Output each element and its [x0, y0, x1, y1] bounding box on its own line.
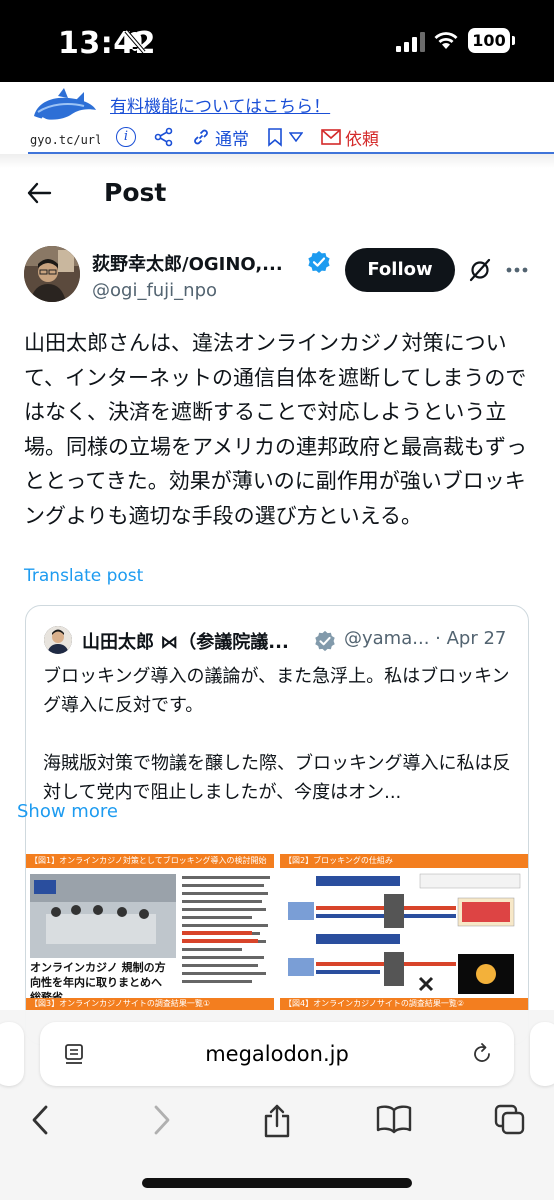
request-label: 依頼 — [345, 129, 379, 150]
quoted-author-name: 山田太郎 ⋈（参議院議... — [82, 632, 289, 653]
megalodon-logo[interactable]: gyo.tc/url — [28, 86, 100, 150]
cellular-signal-icon — [396, 32, 425, 52]
show-more-link[interactable]: Show more — [17, 801, 118, 822]
tabs-icon[interactable] — [494, 1104, 526, 1136]
page-title: Post — [104, 178, 167, 207]
mail-icon — [321, 129, 341, 145]
url-text: megalodon.jp — [205, 1042, 349, 1066]
translate-post-link[interactable]: Translate post — [24, 566, 143, 586]
quoted-author-handle: @yama... · Apr 27 — [344, 628, 507, 649]
reload-icon[interactable] — [470, 1042, 494, 1066]
bookmark-icon — [268, 128, 282, 147]
logo-text: gyo.tc/url — [30, 133, 100, 147]
megalodon-tools: i 通常 依頼 — [116, 125, 397, 150]
address-bar[interactable]: megalodon.jp — [40, 1022, 514, 1086]
quoted-paragraph-2: 海賊版対策で物議を醸した際、ブロッキング導入に私は反対して党内で阻止しましたが、… — [43, 753, 511, 803]
battery-indicator: 100 — [468, 28, 515, 53]
paid-features-link[interactable]: 有料機能についてはこちら！ — [110, 92, 330, 117]
back-chevron-icon[interactable] — [30, 1104, 52, 1136]
info-icon: i — [116, 127, 136, 147]
slide-2-graphic — [288, 873, 521, 994]
follow-button[interactable]: Follow — [345, 248, 455, 292]
home-indicator — [142, 1178, 412, 1188]
triangle-down-icon — [289, 132, 303, 142]
grok-icon[interactable] — [468, 258, 492, 282]
author-handle[interactable]: @ogi_fuji_npo — [92, 280, 217, 301]
verified-badge-icon — [308, 251, 330, 273]
quoted-post-card[interactable]: 山田太郎 ⋈（参議院議... @yama... · Apr 27 ブロッキング導… — [25, 605, 529, 1045]
share-nodes-icon — [154, 127, 173, 147]
slide-2-title: 【図2】ブロッキングの仕組み — [280, 854, 528, 868]
bookmark-dropdown[interactable] — [267, 127, 303, 147]
forward-chevron-icon[interactable] — [150, 1104, 172, 1136]
info-button[interactable]: i — [116, 127, 136, 147]
verified-gray-badge-icon — [315, 630, 335, 652]
next-tab-preview[interactable] — [530, 1022, 554, 1086]
avatar-photo — [24, 246, 80, 302]
quoted-paragraph-1: ブロッキング導入の議論が、また急浮上。私はブロッキング導入に反対です。 — [43, 666, 510, 716]
quoted-author-avatar — [44, 626, 72, 654]
megalodon-toolbar: gyo.tc/url 有料機能についてはこちら！ i 通常 依頼 — [0, 82, 554, 154]
slide-1-title: 【図1】オンラインカジノ対策としてブロッキング導入の検討開始 — [26, 854, 274, 868]
more-options-icon[interactable] — [506, 266, 528, 274]
quoted-post-text: ブロッキング導入の議論が、また急浮上。私はブロッキング導入に反対です。 海賊版対… — [43, 662, 517, 807]
toolbar-shadow — [0, 154, 554, 168]
quoted-avatar-photo — [44, 626, 72, 654]
slide-2-footer: 【図4】オンラインカジノサイトの調査結果一覧② — [280, 998, 528, 1010]
bookmarks-book-icon[interactable] — [376, 1104, 412, 1134]
normal-link-button[interactable]: 通常 — [192, 125, 249, 150]
share-button[interactable] — [154, 127, 174, 147]
back-arrow-icon[interactable] — [26, 180, 52, 206]
post-header: Post — [0, 168, 554, 222]
safari-nav-row — [0, 1098, 554, 1142]
request-button[interactable]: 依頼 — [321, 125, 379, 150]
author-name[interactable]: 荻野幸太郎/OGINO,... — [92, 250, 283, 276]
slide-1-footer: 【図3】オンラインカジノサイトの調査結果一覧① — [26, 998, 274, 1010]
status-bar: 13:42 100 — [0, 0, 554, 82]
previous-tab-preview[interactable] — [0, 1022, 24, 1086]
share-icon[interactable] — [262, 1104, 292, 1138]
bell-slash-icon — [124, 30, 146, 54]
link-icon — [194, 129, 208, 145]
wifi-icon — [434, 32, 458, 49]
safari-toolbar: megalodon.jp — [0, 1010, 554, 1200]
post-text: 山田太郎さんは、違法オンラインカジノ対策について、インターネットの通信自体を遮断… — [24, 331, 527, 528]
normal-label: 通常 — [215, 129, 249, 150]
author-avatar[interactable] — [24, 246, 80, 302]
